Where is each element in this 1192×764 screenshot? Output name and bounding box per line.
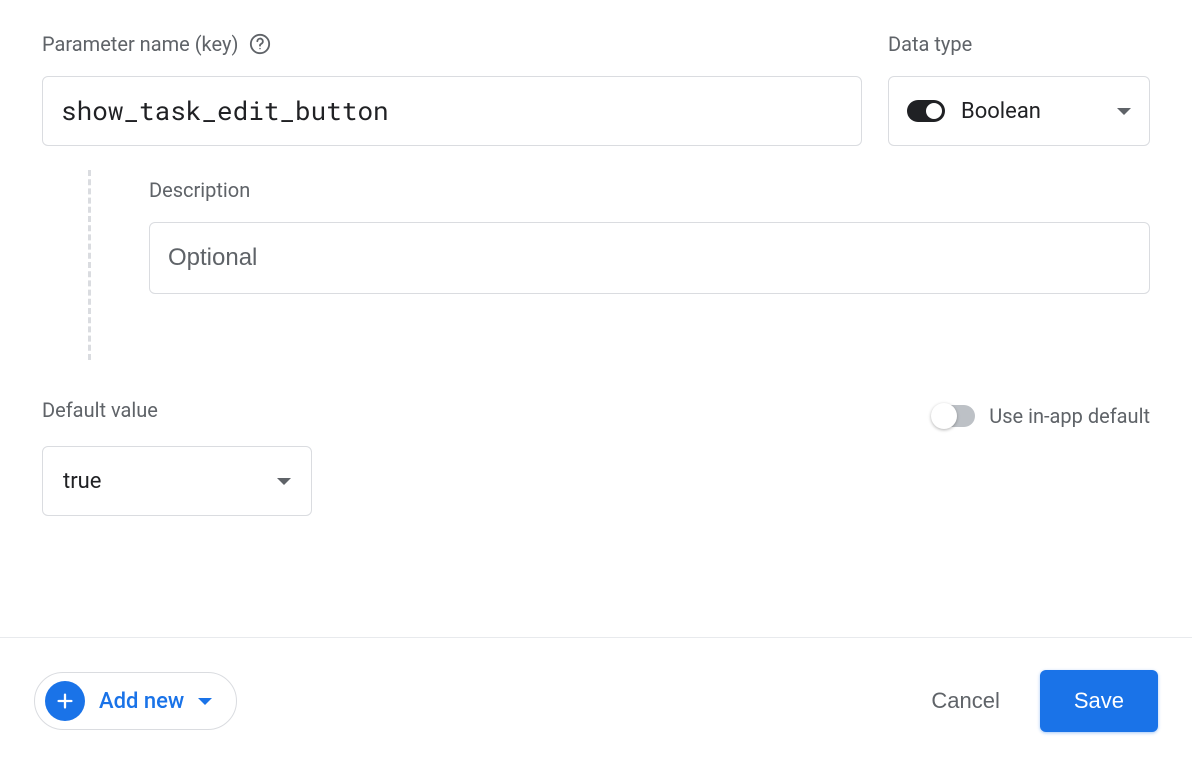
data-type-dropdown[interactable]: Boolean (888, 76, 1150, 146)
save-button[interactable]: Save (1040, 670, 1158, 732)
footer-bar: Add new Cancel Save (0, 637, 1192, 764)
chevron-down-icon (198, 698, 212, 705)
add-new-button[interactable]: Add new (34, 672, 237, 730)
default-value-dropdown[interactable]: true (42, 446, 312, 516)
add-new-label: Add new (99, 689, 184, 714)
parameter-name-label-text: Parameter name (key) (42, 32, 238, 56)
chevron-down-icon (277, 478, 291, 485)
chevron-down-icon (1117, 108, 1131, 115)
parameter-name-label: Parameter name (key) (42, 32, 862, 56)
plus-icon (45, 681, 85, 721)
description-label: Description (149, 178, 1150, 202)
parameter-name-input[interactable] (42, 76, 862, 146)
help-icon[interactable] (248, 32, 272, 56)
boolean-icon (907, 100, 945, 122)
description-input[interactable] (149, 222, 1150, 294)
cancel-button[interactable]: Cancel (931, 688, 999, 714)
default-value-text: true (63, 469, 101, 494)
default-value-label: Default value (42, 398, 312, 422)
in-app-default-toggle[interactable] (933, 405, 975, 427)
in-app-default-label: Use in-app default (989, 404, 1150, 428)
data-type-label: Data type (888, 32, 1150, 56)
data-type-value: Boolean (961, 99, 1101, 124)
tree-connector (88, 170, 91, 360)
